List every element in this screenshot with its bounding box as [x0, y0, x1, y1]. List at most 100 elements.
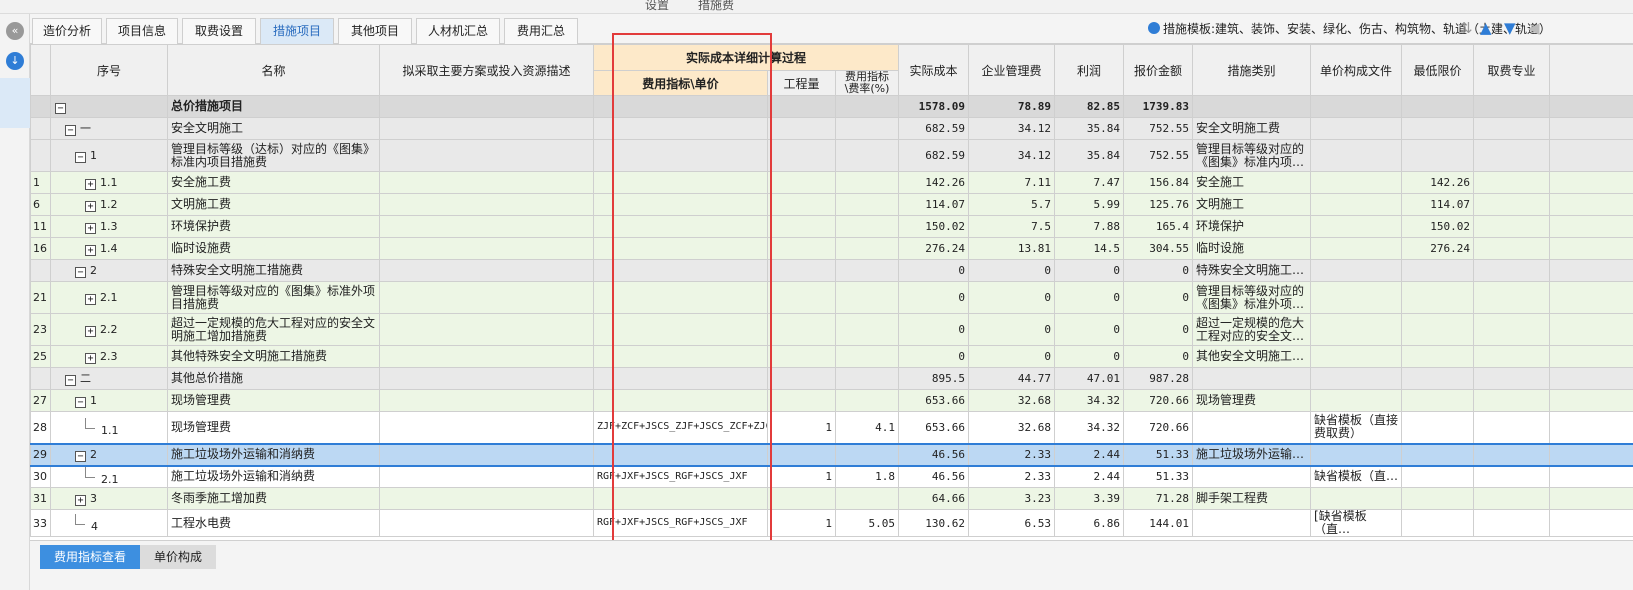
indicator-cell[interactable] [593, 193, 768, 216]
plan-cell[interactable] [379, 281, 594, 314]
indicator-cell[interactable] [593, 281, 768, 314]
name-cell[interactable]: 安全文明施工 [167, 117, 380, 140]
min-price-cell[interactable] [1401, 509, 1475, 537]
specialty-cell[interactable] [1473, 389, 1551, 412]
actual-cost-cell[interactable]: 0 [898, 313, 970, 346]
name-cell[interactable]: 管理目标等级对应的《图集》标准外项目措施费 [167, 281, 380, 314]
min-price-cell[interactable] [1401, 411, 1475, 444]
col-indicator-header[interactable]: 费用指标\单价 [593, 70, 768, 96]
table-row[interactable]: 21 +2.1 管理目标等级对应的《图集》标准外项目措施费 0 0 0 0 管理目标等级对应的… [30, 281, 1633, 314]
unit-file-cell[interactable] [1310, 215, 1403, 238]
seq-cell[interactable]: −1 [50, 389, 168, 412]
category-cell[interactable]: 其他安全文明施工… [1192, 345, 1312, 368]
rate-cell[interactable] [834, 389, 900, 412]
mgmt-fee-cell[interactable]: 2.33 [968, 442, 1056, 467]
unit-file-cell[interactable]: [缺省模板（直… [1310, 509, 1403, 537]
profit-cell[interactable]: 2.44 [1054, 465, 1125, 488]
actual-cost-cell[interactable]: 46.56 [898, 442, 970, 467]
collapse-icon[interactable]: − [55, 102, 66, 114]
seq-cell[interactable]: +1.4 [50, 237, 168, 260]
unit-file-cell[interactable] [1310, 442, 1403, 467]
name-cell[interactable]: 安全施工费 [167, 171, 380, 194]
plan-cell[interactable] [379, 442, 594, 467]
unit-file-cell[interactable] [1310, 139, 1403, 172]
category-cell[interactable]: 超过一定规模的危大工程对应的安全文… [1192, 313, 1312, 346]
mgmt-fee-cell[interactable]: 2.33 [968, 465, 1056, 488]
seq-cell[interactable]: 4 [50, 509, 168, 537]
category-cell[interactable]: 临时设施 [1192, 237, 1312, 260]
mgmt-fee-cell[interactable]: 0 [968, 313, 1056, 346]
tab-measure-items[interactable]: 措施项目 [260, 18, 334, 44]
rate-cell[interactable] [834, 487, 900, 510]
specialty-cell[interactable] [1473, 367, 1551, 390]
mgmt-fee-cell[interactable]: 44.77 [968, 367, 1056, 390]
indicator-cell[interactable] [593, 487, 768, 510]
profit-cell[interactable]: 35.84 [1054, 117, 1125, 140]
qty-cell[interactable] [767, 389, 836, 412]
plan-cell[interactable] [379, 95, 594, 118]
table-row[interactable]: 30 2.1 施工垃圾场外运输和消纳费 RGF+JXF+JSCS_RGF+JSCS_J… [30, 465, 1633, 488]
category-cell[interactable] [1192, 411, 1312, 444]
col-actual-cost-detail-header[interactable]: 实际成本详细计算过程 [592, 44, 900, 71]
extra-cell[interactable] [1549, 389, 1633, 412]
actual-cost-cell[interactable]: 682.59 [898, 117, 970, 140]
profit-cell[interactable]: 7.47 [1054, 171, 1125, 194]
min-price-cell[interactable]: 150.02 [1401, 215, 1475, 238]
quote-cell[interactable]: 752.55 [1123, 139, 1194, 172]
quote-cell[interactable]: 987.28 [1123, 367, 1194, 390]
category-cell[interactable]: 施工垃圾场外运输… [1192, 442, 1312, 467]
plan-cell[interactable] [379, 237, 594, 260]
table-row[interactable]: 31 +3 冬雨季施工增加费 64.66 3.23 3.39 71.28 脚手架工程费 [30, 487, 1633, 510]
row-number-cell[interactable] [30, 117, 51, 140]
plan-cell[interactable] [379, 367, 594, 390]
quote-cell[interactable]: 0 [1123, 259, 1194, 282]
extra-cell[interactable] [1549, 313, 1633, 346]
tab-fee-summary[interactable]: 费用汇总 [504, 18, 578, 44]
name-cell[interactable]: 环境保护费 [167, 215, 380, 238]
unit-file-cell[interactable] [1310, 171, 1403, 194]
qty-cell[interactable] [767, 117, 836, 140]
tab-fee-settings[interactable]: 取费设置 [182, 18, 256, 44]
mgmt-fee-cell[interactable]: 34.12 [968, 117, 1056, 140]
row-number-cell[interactable]: 6 [30, 193, 51, 216]
col-min-price-header[interactable]: 最低限价 [1401, 44, 1475, 96]
indicator-cell[interactable] [593, 442, 768, 467]
unit-file-cell[interactable] [1310, 117, 1403, 140]
collapse-up-icon[interactable]: « [6, 22, 24, 40]
mgmt-fee-cell[interactable]: 32.68 [968, 411, 1056, 444]
quote-cell[interactable]: 752.55 [1123, 117, 1194, 140]
unit-file-cell[interactable] [1310, 345, 1403, 368]
qty-cell[interactable]: 1 [767, 509, 836, 537]
mgmt-fee-cell[interactable]: 0 [968, 259, 1056, 282]
profit-cell[interactable]: 34.32 [1054, 411, 1125, 444]
col-category-header[interactable]: 措施类别 [1192, 44, 1312, 96]
col-profit-header[interactable]: 利润 [1054, 44, 1125, 96]
expand-icon[interactable]: + [75, 494, 86, 506]
specialty-cell[interactable] [1473, 487, 1551, 510]
table-row[interactable]: 16 +1.4 临时设施费 276.24 13.81 14.5 304.55 临时设施 276.… [30, 237, 1633, 260]
rate-cell[interactable]: 1.8 [834, 465, 900, 488]
quote-cell[interactable]: 125.76 [1123, 193, 1194, 216]
table-row[interactable]: −1 管理目标等级（达标）对应的《图集》标准内项目措施费 682.59 34.12 35… [30, 139, 1633, 172]
indicator-cell[interactable] [593, 95, 768, 118]
actual-cost-cell[interactable]: 130.62 [898, 509, 970, 537]
move-up-icon[interactable]: ▲ [1480, 19, 1492, 37]
extra-cell[interactable] [1549, 411, 1633, 444]
row-number-cell[interactable]: 23 [30, 313, 51, 346]
quote-cell[interactable]: 51.33 [1123, 442, 1194, 467]
qty-cell[interactable] [767, 367, 836, 390]
specialty-cell[interactable] [1473, 171, 1551, 194]
table-row[interactable]: 6 +1.2 文明施工费 114.07 5.7 5.99 125.76 文明施工 114.07 [30, 193, 1633, 216]
seq-cell[interactable]: −2 [50, 442, 168, 467]
extra-cell[interactable] [1549, 345, 1633, 368]
name-cell[interactable]: 其他总价措施 [167, 367, 380, 390]
plan-cell[interactable] [379, 509, 594, 537]
indicator-cell[interactable]: ZJF+ZCF+JSCS_ZJF+JSCS_ZCF+ZJCSJXCGL [593, 411, 768, 444]
unit-file-cell[interactable]: 缺省模板（直… [1310, 465, 1403, 488]
indicator-cell[interactable]: RGF+JXF+JSCS_RGF+JSCS_JXF [593, 465, 768, 488]
row-number-cell[interactable]: 30 [30, 465, 51, 488]
profit-cell[interactable]: 3.39 [1054, 487, 1125, 510]
col-actual-cost-header[interactable]: 实际成本 [898, 44, 970, 96]
profit-cell[interactable]: 47.01 [1054, 367, 1125, 390]
profit-cell[interactable]: 34.32 [1054, 389, 1125, 412]
